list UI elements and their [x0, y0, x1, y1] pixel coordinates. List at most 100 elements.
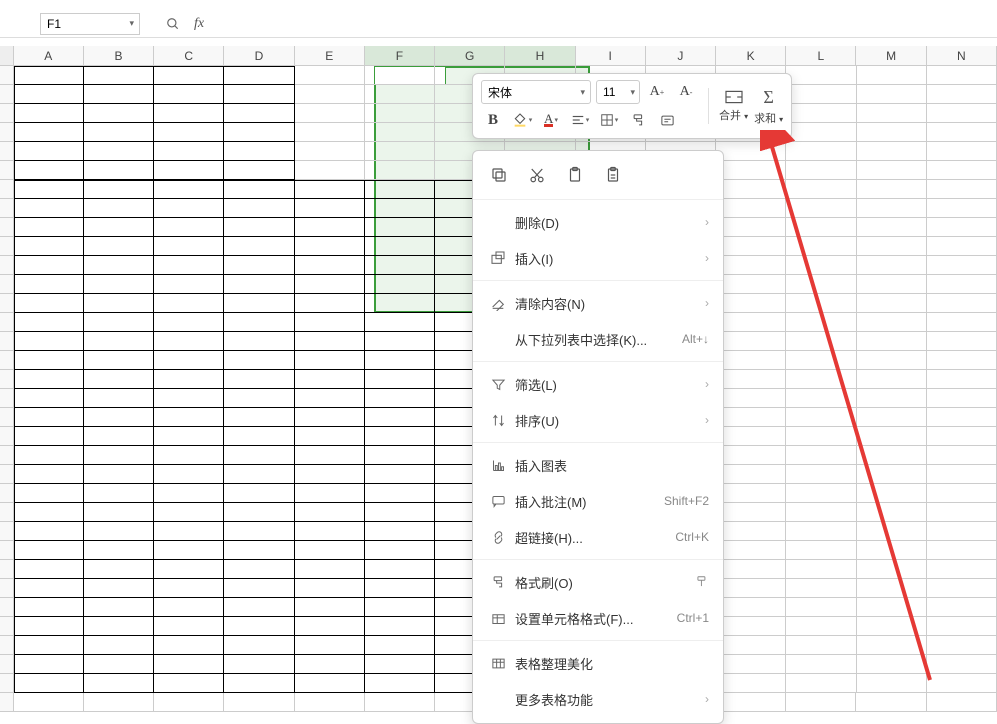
bold-button[interactable]: B: [481, 108, 505, 132]
cell[interactable]: [716, 465, 786, 484]
cell[interactable]: [224, 199, 294, 218]
cell[interactable]: [365, 104, 435, 123]
cell[interactable]: [716, 484, 786, 503]
cell[interactable]: [224, 598, 294, 617]
cell[interactable]: [154, 503, 224, 522]
cell[interactable]: [857, 161, 927, 180]
cell[interactable]: [295, 313, 365, 332]
cell[interactable]: [927, 674, 997, 693]
column-header-A[interactable]: A: [14, 46, 84, 65]
cell[interactable]: [365, 85, 435, 104]
column-header-J[interactable]: J: [646, 46, 716, 65]
cell[interactable]: [365, 636, 435, 655]
row-header[interactable]: [0, 66, 14, 85]
cell[interactable]: [84, 465, 154, 484]
menu-beautify[interactable]: 表格整理美化: [473, 645, 723, 681]
cell[interactable]: [927, 313, 997, 332]
menu-clear[interactable]: 清除内容(N) ›: [473, 285, 723, 321]
cell[interactable]: [786, 693, 856, 712]
cell[interactable]: [786, 617, 856, 636]
cell[interactable]: [927, 655, 997, 674]
cell[interactable]: [857, 332, 927, 351]
cell[interactable]: [224, 484, 294, 503]
cell[interactable]: [14, 465, 84, 484]
cell[interactable]: [224, 560, 294, 579]
cell[interactable]: [295, 579, 365, 598]
row-header[interactable]: [0, 598, 14, 617]
cell[interactable]: [716, 522, 786, 541]
column-header-G[interactable]: G: [435, 46, 505, 65]
cell[interactable]: [365, 674, 435, 693]
cell[interactable]: [14, 503, 84, 522]
cell[interactable]: [786, 237, 856, 256]
cell[interactable]: [84, 161, 154, 180]
cell[interactable]: [84, 541, 154, 560]
row-header[interactable]: [0, 560, 14, 579]
cell[interactable]: [857, 674, 927, 693]
cell[interactable]: [786, 522, 856, 541]
cell[interactable]: [365, 408, 435, 427]
cell[interactable]: [786, 199, 856, 218]
cell[interactable]: [716, 674, 786, 693]
fill-color-button[interactable]: ▾: [510, 108, 534, 132]
cell[interactable]: [716, 351, 786, 370]
cell[interactable]: [84, 123, 154, 142]
cell[interactable]: [786, 370, 856, 389]
menu-more[interactable]: 更多表格功能 ›: [473, 681, 723, 717]
cell[interactable]: [295, 332, 365, 351]
row-header[interactable]: [0, 256, 14, 275]
cell[interactable]: [84, 693, 154, 712]
cell[interactable]: [857, 636, 927, 655]
cell[interactable]: [365, 522, 435, 541]
cell[interactable]: [84, 522, 154, 541]
cell[interactable]: [84, 256, 154, 275]
cell[interactable]: [14, 218, 84, 237]
cell[interactable]: [716, 389, 786, 408]
cell[interactable]: [224, 123, 294, 142]
cell[interactable]: [154, 199, 224, 218]
cell[interactable]: [927, 104, 997, 123]
column-header-B[interactable]: B: [84, 46, 154, 65]
cell[interactable]: [295, 351, 365, 370]
cell[interactable]: [786, 332, 856, 351]
cell[interactable]: [857, 598, 927, 617]
cell[interactable]: [154, 66, 224, 85]
cell[interactable]: [224, 332, 294, 351]
cell[interactable]: [786, 104, 856, 123]
row-header[interactable]: [0, 503, 14, 522]
cell[interactable]: [365, 123, 435, 142]
cell[interactable]: [84, 484, 154, 503]
cell[interactable]: [856, 693, 926, 712]
menu-format-cells[interactable]: 设置单元格格式(F)... Ctrl+1: [473, 600, 723, 636]
cell[interactable]: [14, 389, 84, 408]
decrease-font-icon[interactable]: A-: [674, 80, 698, 104]
cell[interactable]: [716, 256, 786, 275]
cell[interactable]: [295, 218, 365, 237]
cell[interactable]: [154, 446, 224, 465]
cell[interactable]: [224, 256, 294, 275]
cell[interactable]: [716, 142, 786, 161]
menu-hyperlink[interactable]: 超链接(H)... Ctrl+K: [473, 519, 723, 555]
cell[interactable]: [224, 427, 294, 446]
cell[interactable]: [927, 294, 997, 313]
cell[interactable]: [224, 104, 294, 123]
cell[interactable]: [857, 275, 927, 294]
cell[interactable]: [365, 617, 435, 636]
cell[interactable]: [154, 370, 224, 389]
cell[interactable]: [786, 66, 856, 85]
cell[interactable]: [224, 503, 294, 522]
cell[interactable]: [927, 598, 997, 617]
row-header[interactable]: [0, 408, 14, 427]
font-size-selector[interactable]: 11 ▾: [596, 80, 640, 104]
menu-pick-from-list[interactable]: 从下拉列表中选择(K)... Alt+↓: [473, 321, 723, 357]
cell[interactable]: [14, 579, 84, 598]
cell[interactable]: [857, 427, 927, 446]
cell[interactable]: [224, 465, 294, 484]
row-header[interactable]: [0, 522, 14, 541]
cell[interactable]: [857, 142, 927, 161]
cell[interactable]: [857, 617, 927, 636]
cell[interactable]: [14, 427, 84, 446]
cell[interactable]: [786, 655, 856, 674]
row-header[interactable]: [0, 294, 14, 313]
cell[interactable]: [224, 446, 294, 465]
